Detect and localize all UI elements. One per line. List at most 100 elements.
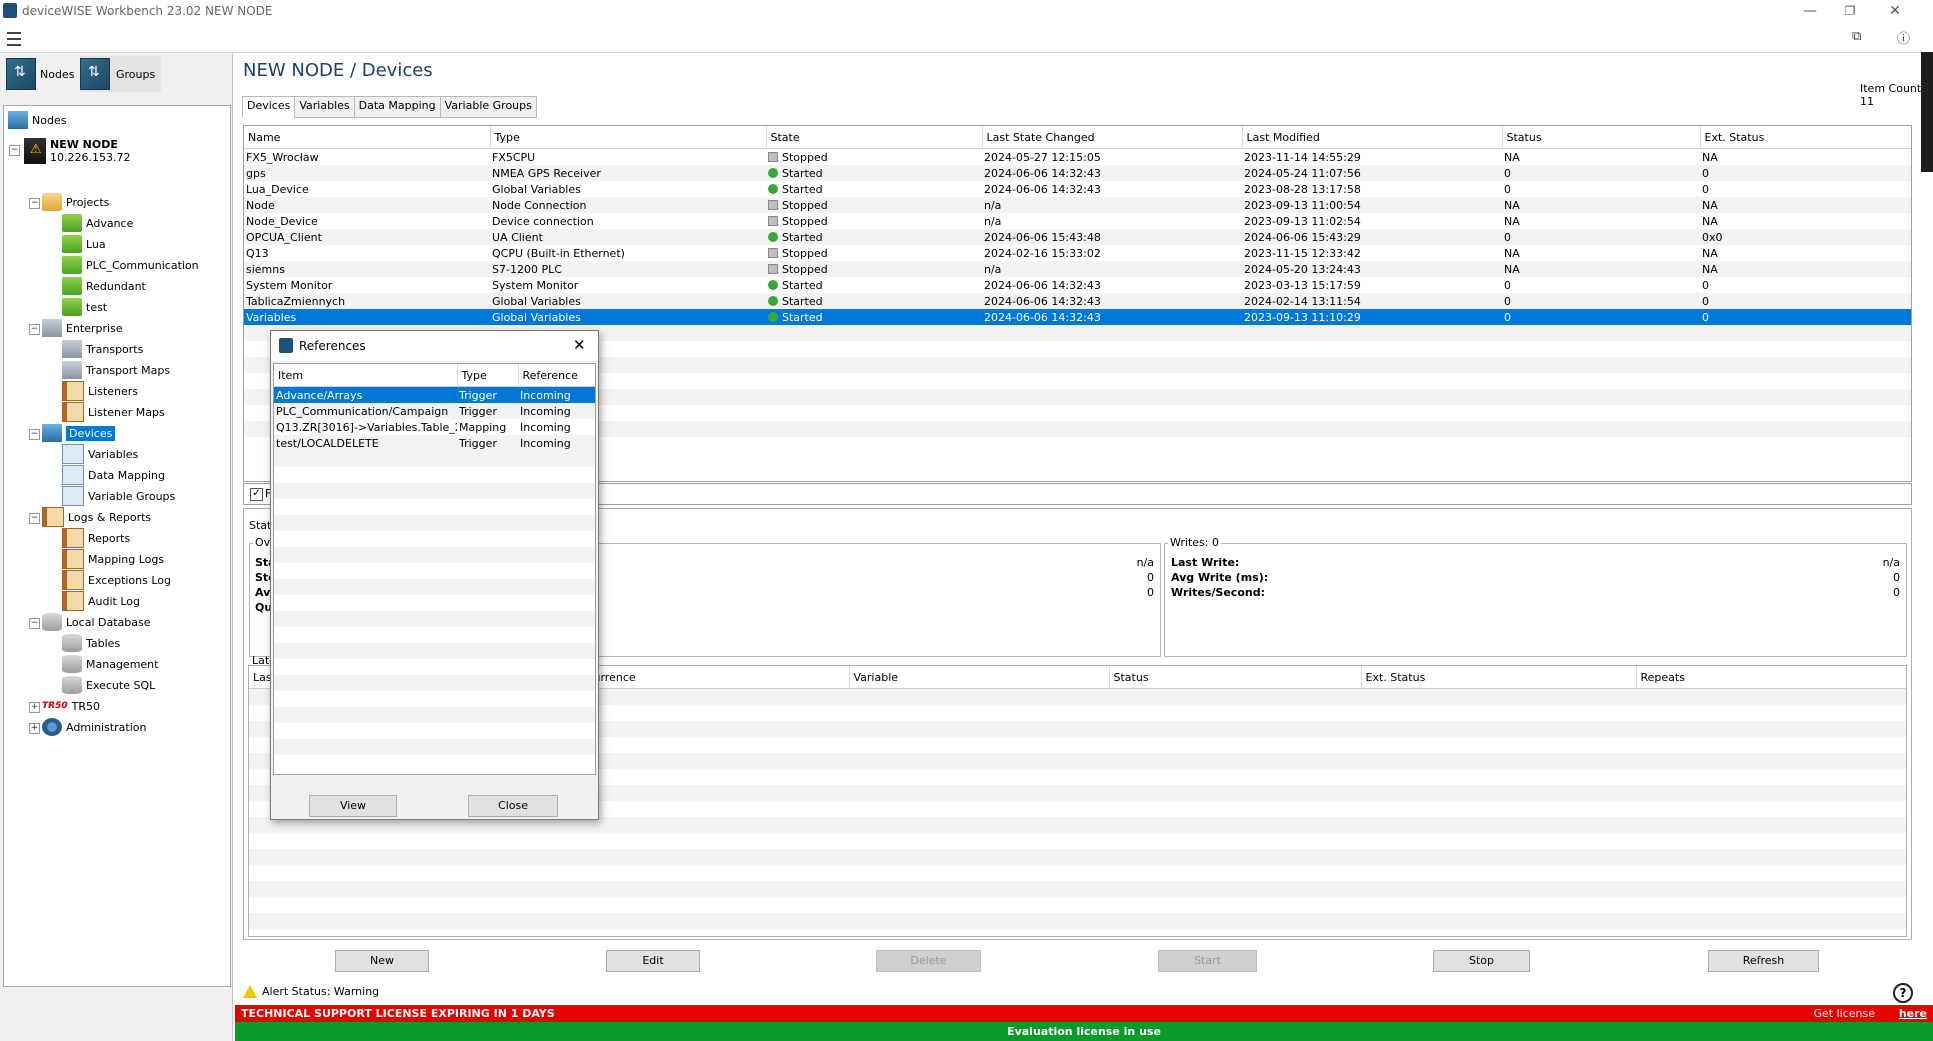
tree-item-devices[interactable]: Devices xyxy=(42,423,116,443)
table-row[interactable]: Node Node Connection Stopped n/a 2023-09-13 … xyxy=(244,197,1911,213)
tree-item-project[interactable]: Advance xyxy=(62,213,133,233)
col-header-status[interactable]: Status xyxy=(1109,666,1362,689)
tree-item-administration[interactable]: Administration xyxy=(42,717,147,737)
tree-item-variables[interactable]: Variables xyxy=(62,444,138,464)
new-button[interactable]: New xyxy=(335,950,429,972)
tree-item-transport-maps[interactable]: Transport Maps xyxy=(62,360,170,380)
reference-row[interactable]: PLC_Communication/Campaign Trigger Incomin… xyxy=(274,403,595,419)
empty-row xyxy=(274,579,595,595)
table-row[interactable]: TablicaZmiennych Global Variables Started 2… xyxy=(244,293,1911,309)
tree-item-project[interactable]: Lua xyxy=(62,234,106,254)
restore-icon[interactable]: ⧉ xyxy=(1852,29,1861,44)
tree-item-local-database[interactable]: Local Database xyxy=(42,612,151,632)
tree-item-project[interactable]: PLC_Communication xyxy=(62,255,199,275)
col-header-name[interactable]: Name xyxy=(244,126,491,149)
tree-item-project[interactable]: Redundant xyxy=(62,276,146,296)
col-header-occurrence[interactable]: urrence xyxy=(589,666,850,689)
col-header-repeats[interactable]: Repeats xyxy=(1636,666,1906,689)
col-header-last-modified[interactable]: Last Modified xyxy=(1242,126,1503,149)
tree-item-tr50[interactable]: TR50 TR50 xyxy=(42,696,100,716)
tree-root-nodes[interactable]: Nodes xyxy=(8,110,66,130)
alert-status[interactable]: Alert Status: Warning xyxy=(243,985,379,998)
edit-button[interactable]: Edit xyxy=(606,950,700,972)
table-row[interactable]: gps NMEA GPS Receiver Started 2024-06-06 14… xyxy=(244,165,1911,181)
filter-checkbox[interactable]: ✓ xyxy=(250,488,263,501)
tree-item-logs-reports[interactable]: Logs & Reports xyxy=(42,507,151,527)
col-header-ext-status[interactable]: Ext. Status xyxy=(1361,666,1637,689)
close-button[interactable]: Close xyxy=(468,795,558,817)
minimize-icon[interactable]: — xyxy=(1790,0,1830,22)
collapse-toggle-node[interactable]: − xyxy=(9,145,20,156)
table-row[interactable]: Lua_Device Global Variables Started 2024-06… xyxy=(244,181,1911,197)
close-window-icon[interactable]: ✕ xyxy=(1875,0,1915,22)
help-icon[interactable]: ? xyxy=(1893,983,1913,1003)
table-row[interactable]: siemns S7-1200 PLC Stopped n/a 2024-05-20 13… xyxy=(244,261,1911,277)
view-button[interactable]: View xyxy=(309,795,397,817)
collapse-toggle-logs[interactable]: − xyxy=(29,513,40,524)
reference-row[interactable]: test/LOCALDELETE Trigger Incoming xyxy=(274,435,595,451)
tree-node-new-node[interactable]: ⚠ NEW NODE 10.226.153.72 xyxy=(24,136,130,166)
col-header-state[interactable]: State xyxy=(766,126,983,149)
table-row[interactable]: FX5_Wrocław FX5CPU Stopped 2024-05-27 12:15… xyxy=(244,149,1911,166)
reference-row[interactable]: Advance/Arrays Trigger Incoming xyxy=(274,386,595,403)
groups-tab[interactable]: Groups xyxy=(80,56,162,92)
stop-button[interactable]: Stop xyxy=(1433,950,1530,972)
tree-item-project[interactable]: test xyxy=(62,297,107,317)
tree-item-variable-groups[interactable]: Variable Groups xyxy=(62,486,175,506)
expand-toggle-tr50[interactable]: + xyxy=(29,702,40,713)
get-license-link[interactable]: here xyxy=(1899,1007,1927,1020)
close-icon[interactable]: ✕ xyxy=(573,336,586,354)
col-header-reference[interactable]: Reference xyxy=(518,364,595,387)
tree-item-tables[interactable]: Tables xyxy=(62,633,120,653)
collapse-toggle-devices[interactable]: − xyxy=(29,429,40,440)
tree-item-data-mapping[interactable]: Data Mapping xyxy=(62,465,165,485)
reference-row[interactable]: Q13.ZR[3016]->Variables.Table_2... Mappin… xyxy=(274,419,595,435)
table-cell: 2024-06-06 15:43:29 xyxy=(1242,229,1502,245)
table-cell: System Monitor xyxy=(490,277,766,293)
table-row[interactable]: Node_Device Device connection Stopped n/a 20… xyxy=(244,213,1911,229)
table-cell: 2023-09-13 11:02:54 xyxy=(1242,213,1502,229)
tree-item-listener-maps[interactable]: Listener Maps xyxy=(62,402,165,422)
tree-item-exceptions-log[interactable]: Exceptions Log xyxy=(62,570,171,590)
tree-item-execute-sql[interactable]: Execute SQL xyxy=(62,675,155,695)
col-header-last-state-changed[interactable]: Last State Changed xyxy=(982,126,1243,149)
title-bar: deviceWISE Workbench 23.02 NEW NODE — ❐ … xyxy=(0,0,1933,22)
started-icon xyxy=(768,279,778,290)
tab-variables[interactable]: Variables xyxy=(294,96,355,118)
refresh-button[interactable]: Refresh xyxy=(1708,950,1819,972)
tree-item-transports[interactable]: Transports xyxy=(62,339,143,359)
tree-item-listeners[interactable]: Listeners xyxy=(62,381,138,401)
tree-item-reports[interactable]: Reports xyxy=(62,528,130,548)
nodes-tab[interactable]: Nodes xyxy=(6,56,74,92)
table-row[interactable]: System Monitor System Monitor Started 2024-… xyxy=(244,277,1911,293)
table-row[interactable]: Q13 QCPU (Built-in Ethernet) Stopped 2024-0… xyxy=(244,245,1911,261)
collapse-toggle-enterprise[interactable]: − xyxy=(29,324,40,335)
tab-variable-groups[interactable]: Variable Groups xyxy=(439,96,537,118)
tree-item-mapping-logs[interactable]: Mapping Logs xyxy=(62,549,164,569)
delete-button[interactable]: Delete xyxy=(876,950,981,972)
table-cell: gps xyxy=(244,165,490,181)
maximize-icon[interactable]: ❐ xyxy=(1830,0,1870,22)
tree-item-enterprise[interactable]: Enterprise xyxy=(42,318,123,338)
table-row[interactable]: OPCUA_Client UA Client Started 2024-06-06 1… xyxy=(244,229,1911,245)
hamburger-menu-icon[interactable] xyxy=(7,32,21,46)
collapse-toggle-projects[interactable]: − xyxy=(29,198,40,209)
scrollbar[interactable] xyxy=(1921,52,1933,172)
col-header-ext-status[interactable]: Ext. Status xyxy=(1700,126,1911,149)
tree-item-management[interactable]: Management xyxy=(62,654,158,674)
tree-item-audit-log[interactable]: Audit Log xyxy=(62,591,140,611)
tab-devices[interactable]: Devices xyxy=(242,96,296,118)
collapse-toggle-localdb[interactable]: − xyxy=(29,618,40,629)
expand-toggle-admin[interactable]: + xyxy=(29,723,40,734)
info-icon[interactable]: ⓘ xyxy=(1897,28,1910,47)
table-row[interactable]: Variables Global Variables Started 2024-06-… xyxy=(244,309,1911,325)
col-header-type[interactable]: Type xyxy=(490,126,767,149)
start-button[interactable]: Start xyxy=(1158,950,1257,972)
col-header-status[interactable]: Status xyxy=(1502,126,1701,149)
tree-item-projects[interactable]: Projects xyxy=(42,192,109,212)
tab-data-mapping[interactable]: Data Mapping xyxy=(353,96,441,118)
col-header-item[interactable]: Item xyxy=(274,364,458,387)
col-header-variable[interactable]: Variable xyxy=(849,666,1110,689)
dialog-title-bar[interactable]: References ✕ xyxy=(271,331,598,361)
col-header-type[interactable]: Type xyxy=(457,364,519,387)
